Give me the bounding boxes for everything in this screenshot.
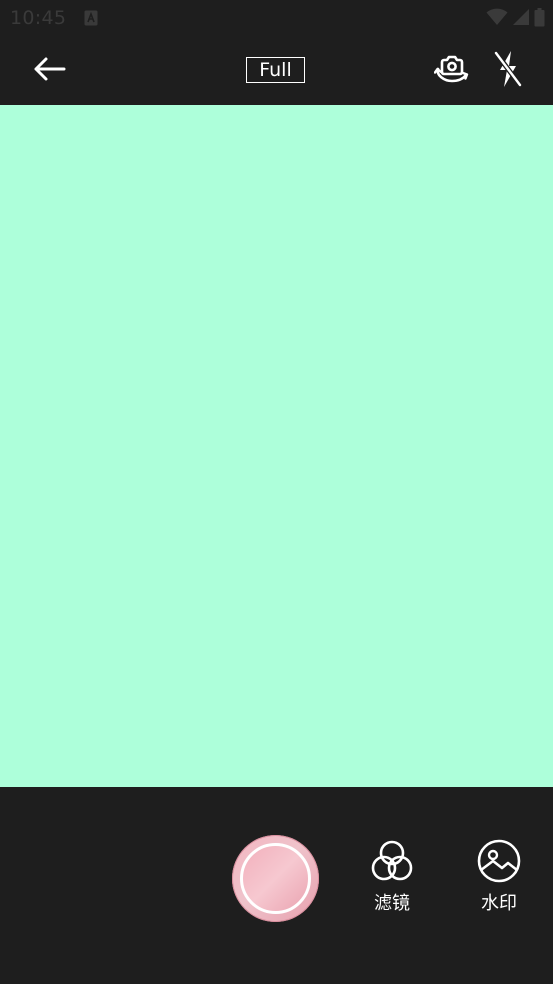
shutter-button[interactable]: [232, 835, 319, 922]
bottom-controls: 滤镜 水印: [0, 787, 553, 984]
flash-toggle-button[interactable]: [488, 50, 528, 92]
aspect-ratio-label: Full: [259, 58, 292, 81]
battery-icon: [534, 7, 545, 31]
watermark-button[interactable]: 水印: [469, 839, 529, 915]
status-bar: 10:45: [0, 0, 553, 38]
watermark-label: 水印: [481, 893, 517, 914]
image-landscape-icon: [476, 839, 522, 887]
status-time: 10:45: [10, 7, 67, 29]
wifi-icon: [486, 8, 508, 30]
camera-toolbar: Full: [0, 38, 553, 104]
arrow-left-icon: [32, 56, 66, 86]
back-button[interactable]: [28, 52, 70, 90]
camera-preview[interactable]: [0, 105, 553, 787]
cellular-signal-icon: [512, 8, 530, 30]
shutter-icon: [240, 843, 311, 914]
flash-off-icon: [493, 49, 523, 93]
status-icons: [486, 7, 545, 31]
filter-label: 滤镜: [374, 893, 410, 914]
camera-switch-icon: [433, 53, 470, 89]
switch-camera-button[interactable]: [432, 52, 472, 90]
notification-a-icon: [84, 10, 98, 26]
filter-button[interactable]: 滤镜: [362, 839, 422, 915]
aspect-ratio-button[interactable]: Full: [246, 57, 305, 83]
filter-circles-icon: [369, 839, 415, 887]
